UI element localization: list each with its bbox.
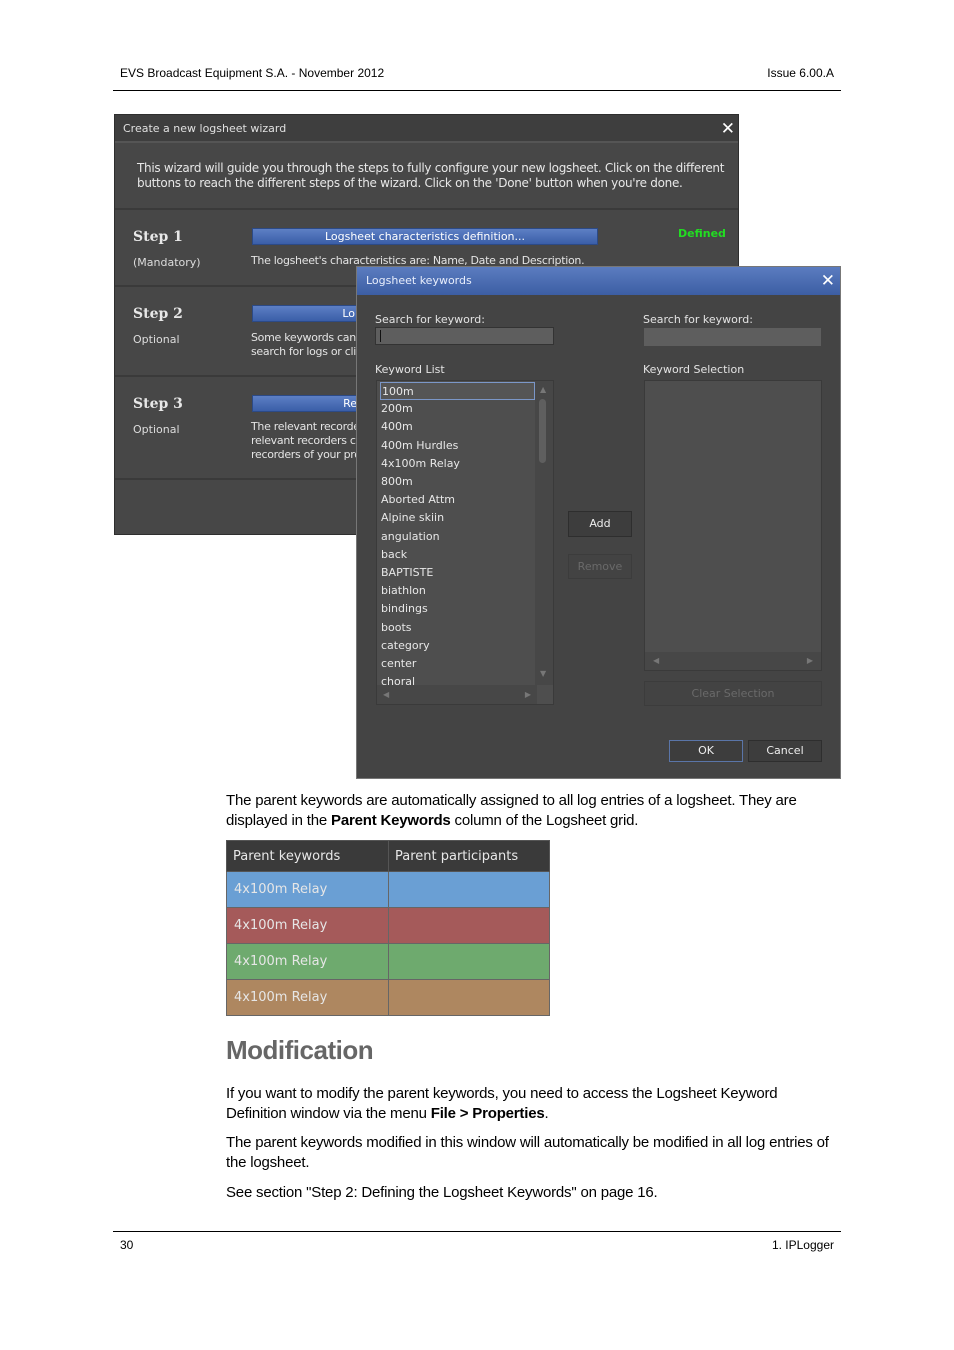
wizard-title: Create a new logsheet wizard (123, 122, 287, 135)
cell-parent-participants (388, 907, 550, 944)
document-page: EVS Broadcast Equipment S.A. - November … (0, 0, 954, 1350)
search-left-label: Search for keyword: (375, 313, 485, 326)
paragraph-modify: If you want to modify the parent keyword… (226, 1085, 778, 1122)
step3-desc-3: recorders of your pro (251, 448, 361, 461)
add-button[interactable]: Add (568, 511, 632, 537)
keyword-list-item[interactable]: Aborted Attm (380, 491, 535, 509)
close-icon[interactable]: ✕ (821, 267, 835, 295)
step3-button[interactable]: Re (252, 395, 358, 412)
text-cursor (380, 330, 381, 342)
header-right: Issue 6.00.A (767, 66, 834, 80)
keyword-list-item[interactable]: Alpine skiin (380, 509, 535, 527)
grid-row[interactable]: 4x100m Relay (226, 907, 550, 944)
keyword-list-item[interactable]: boots (380, 619, 535, 637)
keyword-list-item[interactable]: BAPTISTE (380, 564, 535, 582)
keyword-list-item[interactable]: back (380, 546, 535, 564)
step2-sub: Optional (133, 333, 180, 346)
step1-label: Step 1 (133, 229, 183, 245)
scroll-left-icon[interactable]: ◀ (653, 656, 659, 665)
scroll-right-icon[interactable]: ▶ (807, 656, 813, 665)
step1-button[interactable]: Logsheet characteristics definition... (252, 228, 598, 245)
keywords-dialog: Logsheet keywords ✕ Search for keyword: … (356, 266, 841, 779)
vertical-scrollbar[interactable]: ▲ ▼ (535, 381, 553, 685)
paragraph-parent-keywords: The parent keywords are automatically as… (226, 792, 797, 829)
cell-parent-participants (388, 871, 550, 908)
keyword-list-item[interactable]: 200m (380, 400, 535, 418)
wizard-intro: This wizard will guide you through the s… (137, 161, 725, 190)
cell-parent-keyword: 4x100m Relay (226, 871, 389, 908)
keyword-list-item[interactable]: category (380, 637, 535, 655)
footer-rule (113, 1231, 841, 1232)
step2-button[interactable]: Lo (252, 305, 358, 322)
column-header-parent-keywords: Parent keywords (226, 840, 389, 872)
keyword-list-item[interactable]: 400m Hurdles (380, 437, 535, 455)
cell-parent-keyword: 4x100m Relay (226, 907, 389, 944)
cell-parent-keyword: 4x100m Relay (226, 979, 389, 1016)
scroll-left-icon[interactable]: ◀ (383, 690, 389, 699)
keyword-list-item[interactable]: 4x100m Relay (380, 455, 535, 473)
dialog-title-bar: Logsheet keywords ✕ (357, 267, 840, 295)
cell-parent-keyword: 4x100m Relay (226, 943, 389, 980)
step3-desc-2: relevant recorders ca (251, 434, 363, 447)
keyword-selection-label: Keyword Selection (643, 363, 745, 376)
remove-button[interactable]: Remove (568, 554, 632, 579)
step2-label: Step 2 (133, 306, 183, 322)
ok-button[interactable]: OK (669, 740, 743, 762)
grid-row[interactable]: 4x100m Relay (226, 943, 550, 980)
step2-desc-2: search for logs or cli (251, 345, 356, 358)
footer-chapter: 1. IPLogger (771, 1238, 834, 1252)
cell-parent-participants (388, 979, 550, 1016)
cell-parent-participants (388, 943, 550, 980)
divider (115, 208, 738, 210)
keyword-list-item[interactable]: 100m (380, 382, 535, 400)
grid-row[interactable]: 4x100m Relay (226, 979, 550, 1016)
step2-desc-1: Some keywords can (251, 331, 356, 344)
close-icon[interactable]: ✕ (721, 115, 735, 143)
keyword-list[interactable]: 100m 200m 400m 400m Hurdles 4x100m Relay 800m… (376, 380, 554, 705)
search-left-input[interactable] (375, 327, 554, 345)
logsheet-grid-example: Parent keywords Parent participants 4x10… (226, 840, 550, 1016)
keyword-list-label: Keyword List (375, 363, 445, 376)
section-title: Modification (226, 1035, 374, 1065)
step3-sub: Optional (133, 423, 180, 436)
horizontal-scrollbar[interactable]: ◀ ▶ (377, 685, 537, 704)
header-rule (113, 90, 841, 91)
step3-label: Step 3 (133, 396, 183, 412)
scroll-down-icon[interactable]: ▼ (540, 669, 546, 678)
search-right-input[interactable] (644, 328, 821, 346)
dialog-title: Logsheet keywords (366, 274, 472, 287)
horizontal-scrollbar[interactable]: ◀ ▶ (645, 652, 821, 670)
step1-sub: (Mandatory) (133, 256, 201, 269)
header-left: EVS Broadcast Equipment S.A. - November … (120, 66, 385, 80)
scroll-thumb[interactable] (539, 399, 546, 463)
search-right-label: Search for keyword: (643, 313, 753, 326)
page-number: 30 (120, 1238, 134, 1252)
step1-status: Defined (678, 227, 726, 240)
step3-desc-1: The relevant recorde (251, 420, 360, 433)
scroll-right-icon[interactable]: ▶ (525, 690, 531, 699)
column-header-parent-participants: Parent participants (388, 840, 550, 872)
keyword-list-item[interactable]: biathlon (380, 582, 535, 600)
scroll-up-icon[interactable]: ▲ (540, 385, 546, 394)
keyword-list-item[interactable]: 400m (380, 418, 535, 436)
keyword-list-item[interactable]: choral (380, 673, 535, 685)
wizard-title-bar: Create a new logsheet wizard ✕ (115, 115, 738, 143)
keyword-list-item[interactable]: bindings (380, 600, 535, 618)
cancel-button[interactable]: Cancel (748, 740, 822, 762)
paragraph-see-section: See section "Step 2: Defining the Logshe… (226, 1184, 658, 1201)
clear-selection-button[interactable]: Clear Selection (644, 681, 822, 706)
keyword-list-item[interactable]: angulation (380, 528, 535, 546)
keyword-selection-list[interactable]: ◀ ▶ (644, 380, 822, 671)
paragraph-auto-modified: The parent keywords modified in this win… (226, 1134, 829, 1171)
keyword-list-item[interactable]: 800m (380, 473, 535, 491)
keyword-list-item[interactable]: center (380, 655, 535, 673)
grid-row[interactable]: 4x100m Relay (226, 871, 550, 908)
